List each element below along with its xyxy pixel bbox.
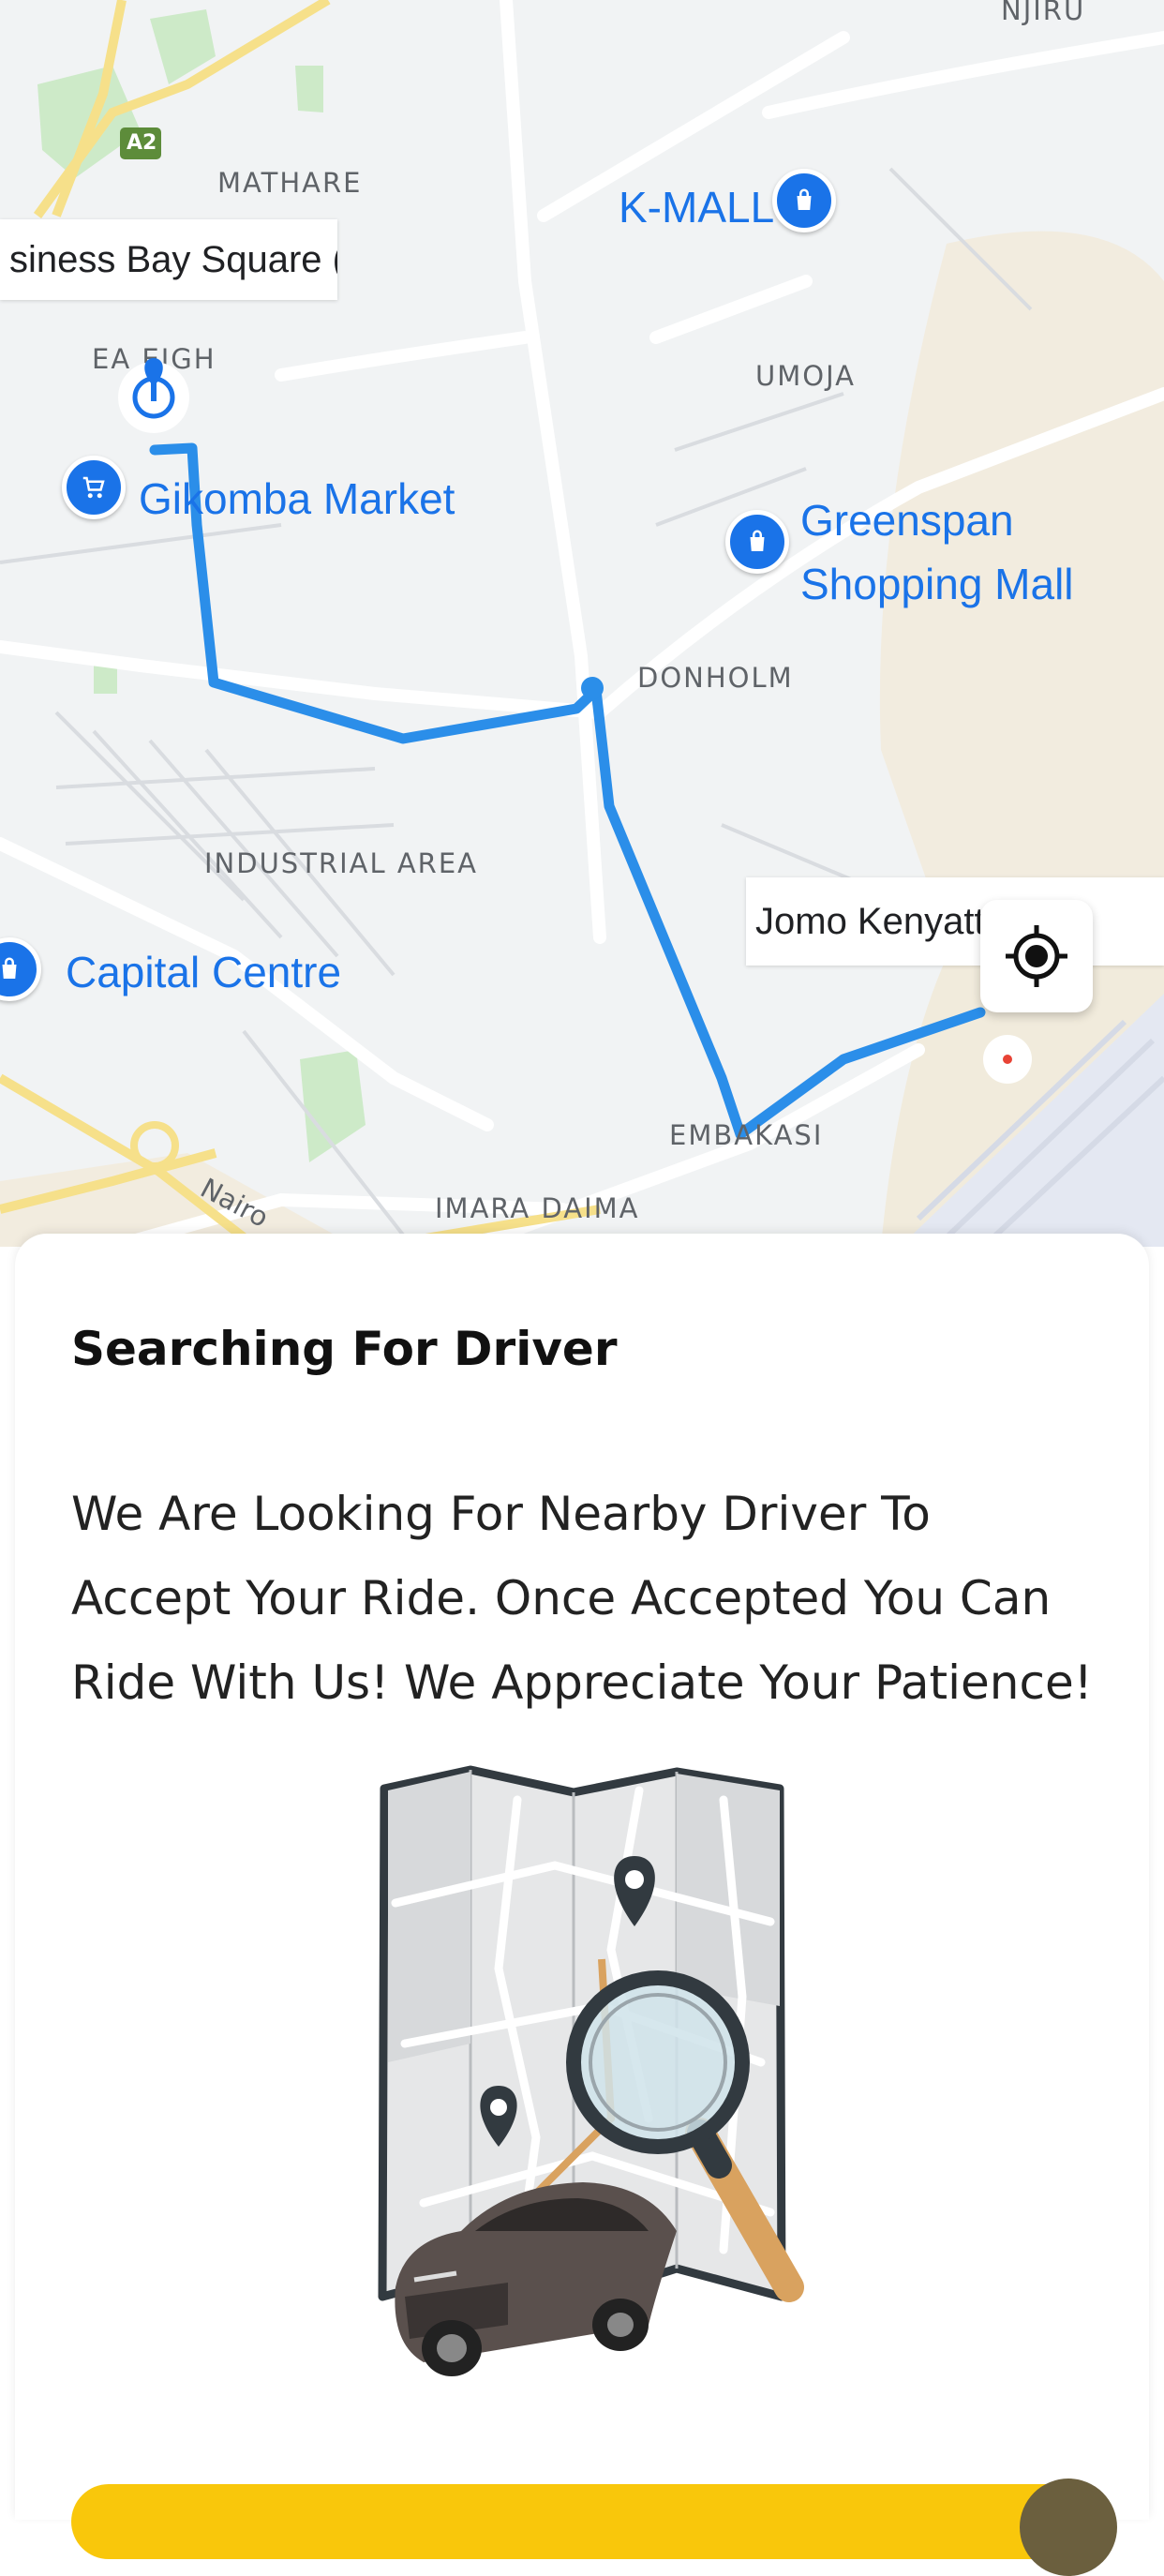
pickup-callout[interactable]: siness Bay Square (B [0, 219, 337, 300]
shopping-bag-icon [2, 957, 17, 979]
road-a2-label: A2 [127, 131, 157, 155]
shopping-bag-icon [750, 530, 765, 551]
map-base [0, 0, 1164, 1247]
map-label-umoja: UMOJA [755, 360, 856, 392]
map-label-embakasi: EMBAKASI [669, 1119, 824, 1151]
avatar[interactable] [1020, 2479, 1117, 2576]
sheet-description: We Are Looking For Nearby Driver To Acce… [71, 1487, 1093, 1710]
map-label-mathare: MATHARE [217, 167, 363, 199]
pickup-callout-text: siness Bay Square (B [9, 238, 337, 280]
shopping-bag-icon [797, 188, 812, 210]
my-location-button[interactable] [980, 900, 1093, 1012]
destination-callout[interactable]: Jomo Kenyatta atio [746, 877, 1164, 966]
map-label-njiru: NJIRU [1001, 0, 1086, 26]
poi-greenspan-label-line1[interactable]: Greenspan [800, 495, 1014, 547]
poi-greenspan-pin[interactable] [725, 510, 789, 574]
map-label-donholm: DONHOLM [637, 662, 794, 694]
map-view[interactable]: A2 NJIRU MATHARE EA EIGH UMOJA DONHOLM I… [0, 0, 1164, 1247]
map-label-imara-daima: IMARA DAIMA [435, 1192, 640, 1224]
sheet-title: Searching For Driver [71, 1322, 618, 1376]
my-location-icon [1006, 925, 1067, 987]
pickup-marker[interactable] [116, 343, 191, 437]
shopping-cart-icon [82, 476, 105, 499]
map-label-industrial-area: INDUSTRIAL AREA [204, 847, 478, 879]
poi-gikomba-label[interactable]: Gikomba Market [139, 473, 455, 525]
poi-kmall-pin[interactable] [772, 169, 836, 232]
poi-kmall-label[interactable]: K-MALL [619, 182, 774, 233]
pickup-marker-icon [118, 358, 189, 433]
bottom-action-button[interactable] [71, 2484, 1112, 2559]
map-search-car-illustration [367, 1762, 836, 2414]
poi-greenspan-label-line2[interactable]: Shopping Mall [800, 559, 1074, 610]
poi-capital-centre-label[interactable]: Capital Centre [66, 947, 341, 998]
poi-gikomba-pin[interactable] [62, 456, 126, 519]
